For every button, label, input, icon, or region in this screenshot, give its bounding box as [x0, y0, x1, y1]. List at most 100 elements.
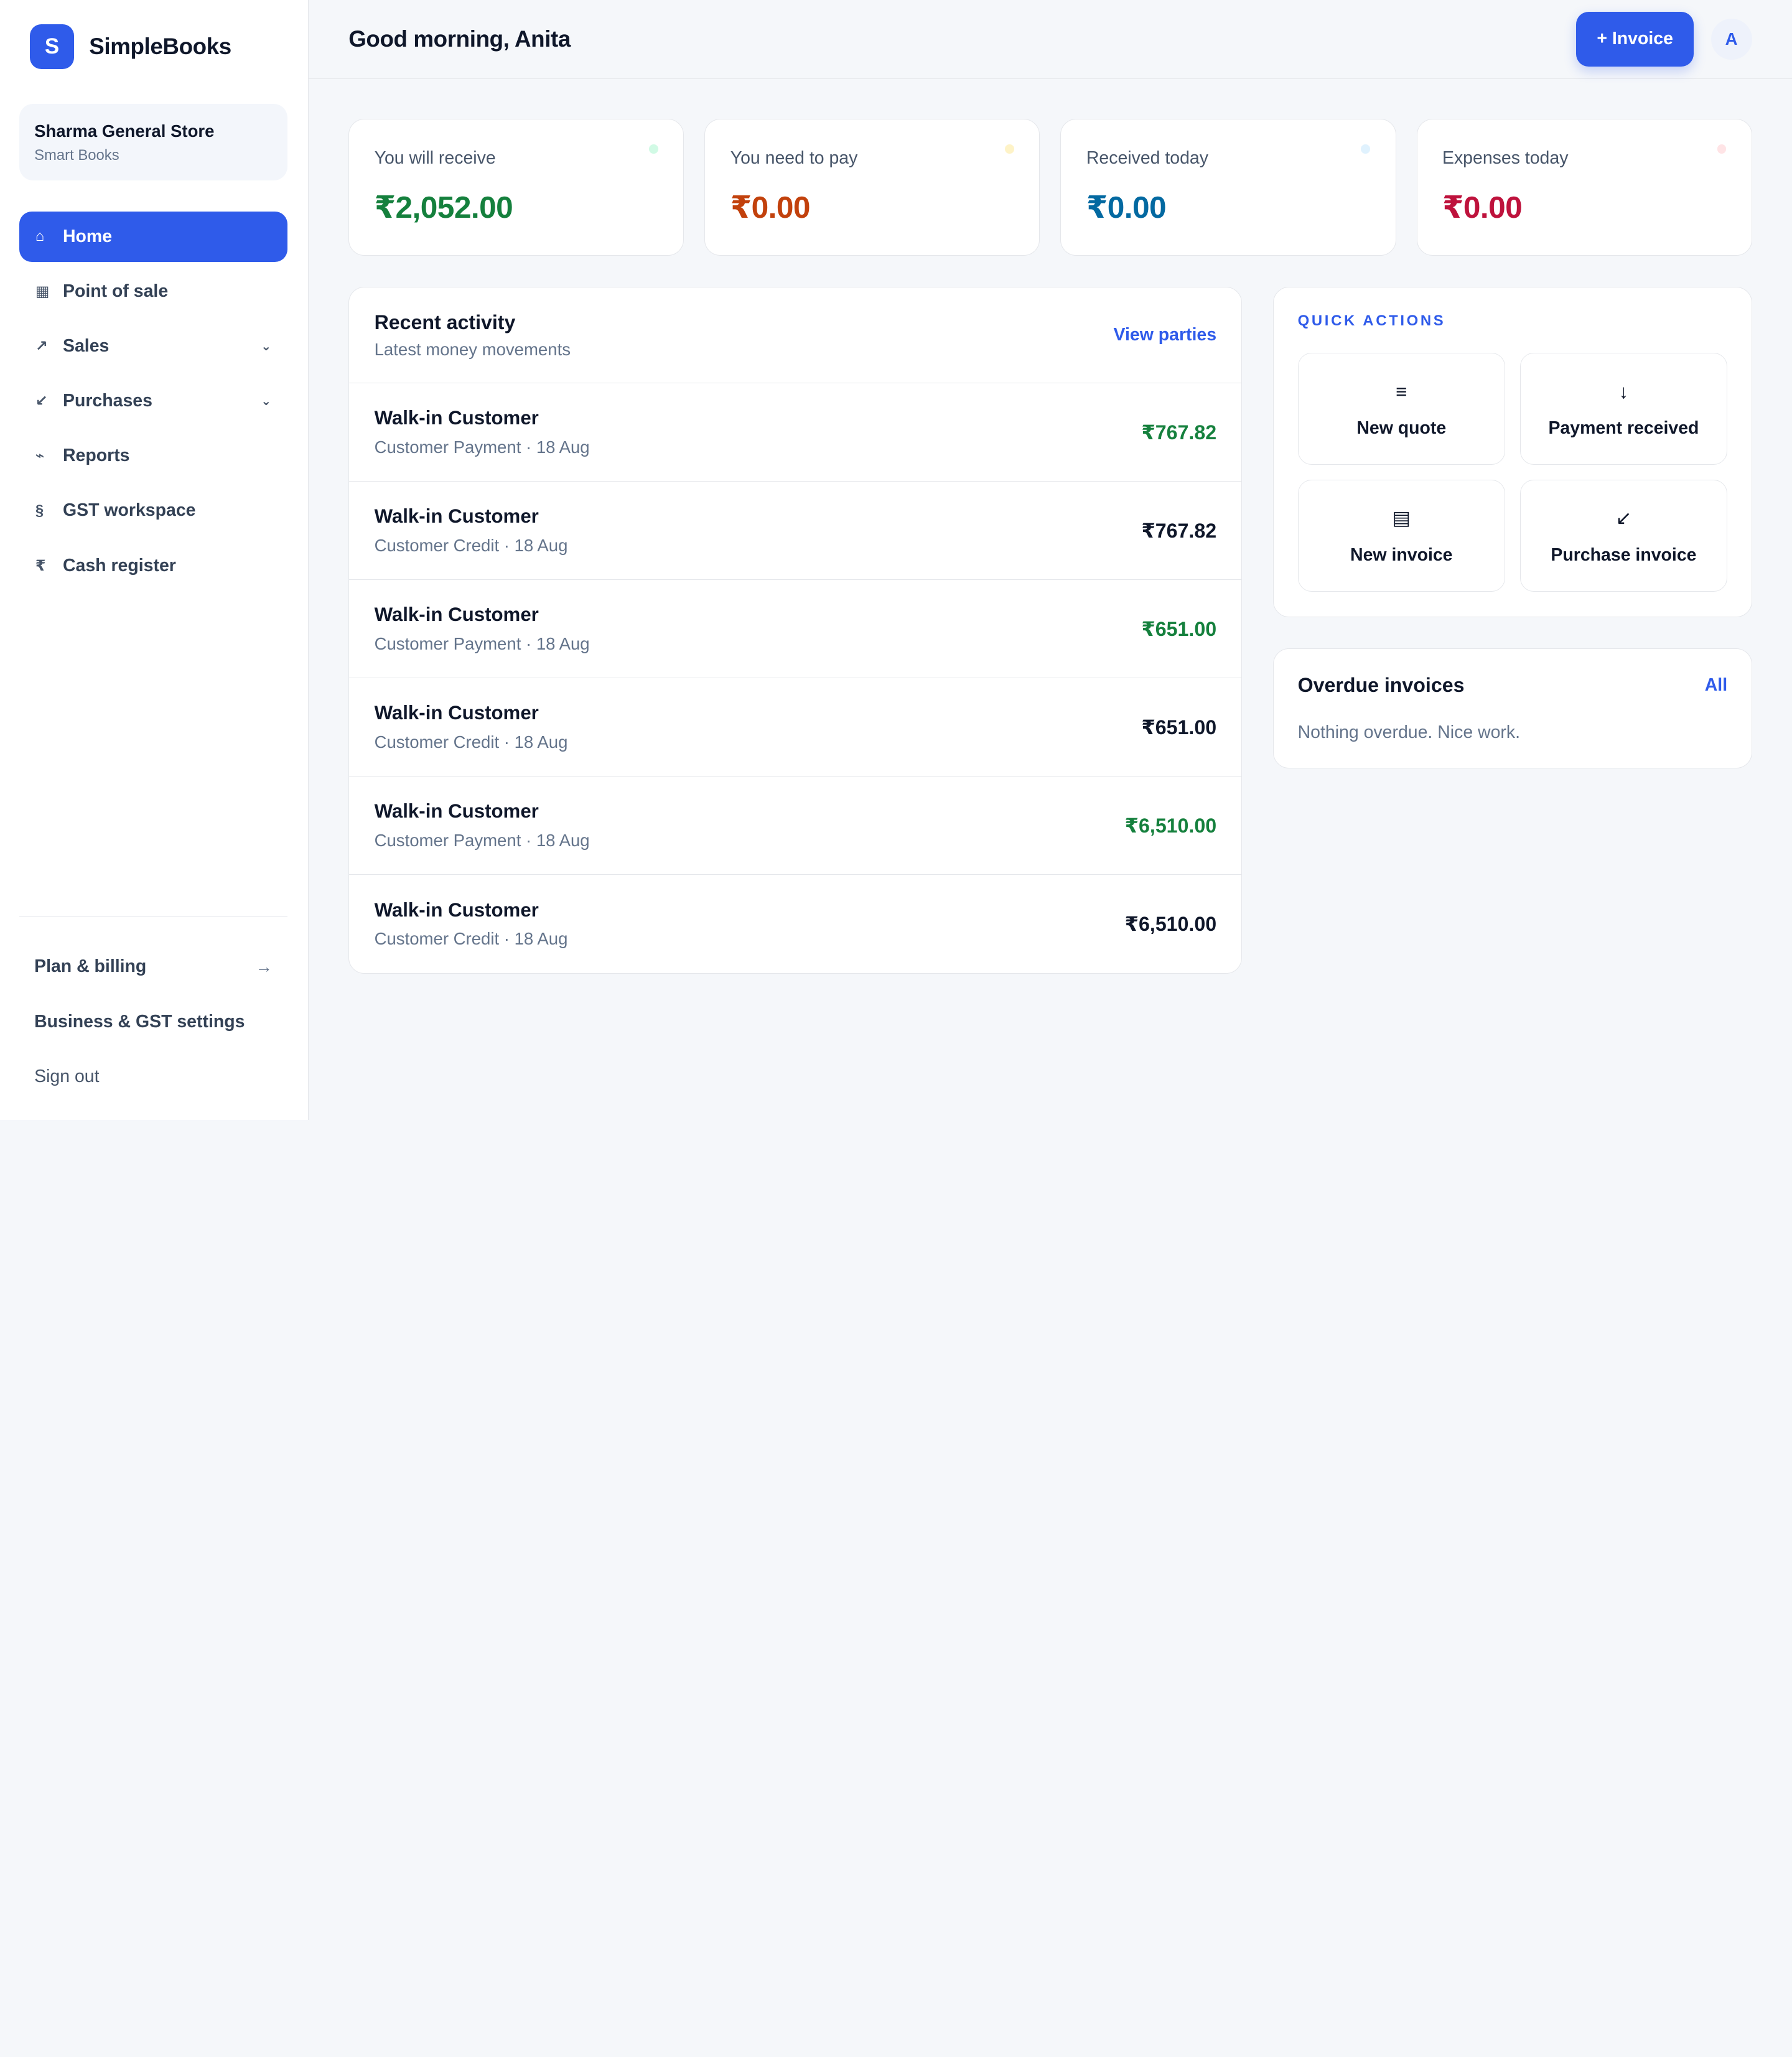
business-name: Sharma General Store	[34, 121, 215, 141]
activity-party-name: Walk-in Customer	[374, 800, 539, 823]
stat-label: You will receive	[374, 147, 496, 168]
activity-meta: Customer Payment · 18 Aug	[374, 830, 590, 850]
stat-card[interactable]: Received today ₹0.00	[1060, 119, 1396, 256]
overdue-all-link[interactable]: All	[1705, 675, 1727, 696]
brand[interactable]: S SimpleBooks	[19, 24, 287, 70]
sidebar-item-label: Sales	[62, 335, 110, 356]
sidebar-item-label: Purchases	[62, 391, 152, 411]
activity-party-name: Walk-in Customer	[374, 407, 539, 429]
recent-activity-title: Recent activity	[374, 310, 516, 334]
activity-party-name: Walk-in Customer	[374, 702, 539, 724]
stat-label: Received today	[1086, 147, 1208, 168]
view-parties-link[interactable]: View parties	[1114, 325, 1217, 345]
business-card[interactable]: Sharma General Store Smart Books	[19, 104, 287, 181]
pos-grid-icon: ▦	[35, 282, 50, 300]
plan-billing-link[interactable]: Plan & billing →	[19, 940, 287, 994]
sidebar-item-label: Reports	[62, 445, 130, 466]
recent-activity-header: Recent activity Latest money movements V…	[349, 287, 1242, 384]
quick-action-payment-received[interactable]: ↓ Payment received	[1519, 353, 1728, 465]
activity-amount: ₹651.00	[1141, 716, 1217, 739]
business-subtitle: Smart Books	[34, 146, 119, 164]
activity-meta: Customer Credit · 18 Aug	[374, 929, 568, 949]
activity-list: Walk-in Customer Customer Payment · 18 Au…	[349, 383, 1242, 973]
sidebar-bottom: Plan & billing → Business & GST settings…	[19, 916, 287, 1120]
app-root: S SimpleBooks Sharma General Store Smart…	[0, 0, 1792, 1120]
quick-action-purchase-invoice[interactable]: ↙ Purchase invoice	[1519, 479, 1728, 592]
quick-actions-panel: QUICK ACTIONS ≡ New quote ↓ Payment receive…	[1273, 286, 1752, 618]
stat-label: You need to pay	[730, 147, 858, 168]
overdue-invoices-panel: Overdue invoices All Nothing overdue. Ni…	[1273, 648, 1752, 769]
business-settings-label: Business & GST settings	[34, 1011, 245, 1032]
main-area: Good morning, Anita + Invoice A You will…	[308, 0, 1792, 1120]
sign-out-label: Sign out	[34, 1066, 100, 1086]
business-settings-link[interactable]: Business & GST settings	[19, 994, 287, 1049]
plan-billing-label: Plan & billing	[34, 956, 147, 977]
sidebar-item-home[interactable]: ⌂ Home	[19, 211, 287, 262]
activity-party-name: Walk-in Customer	[374, 505, 539, 528]
sidebar-item-sales[interactable]: ↗ Sales ⌄	[19, 321, 287, 371]
quick-action-new-invoice[interactable]: ▤ New invoice	[1297, 479, 1505, 592]
sidebar-item-gst-workspace[interactable]: § GST workspace	[19, 486, 287, 536]
quick-action-label: Payment received	[1548, 417, 1699, 438]
quick-action-label: New invoice	[1350, 544, 1453, 565]
sidebar-nav: ⌂ Home ▦ Point of sale ↗ Sales ⌄ ↙ Purchases ⌄ ⌁ Re…	[19, 211, 287, 595]
activity-row[interactable]: Walk-in Customer Customer Credit · 18 Aug…	[349, 875, 1241, 973]
chart-line-icon: ⌁	[35, 447, 45, 465]
top-bar: Good morning, Anita + Invoice A	[308, 0, 1792, 79]
avatar[interactable]: A	[1710, 18, 1752, 60]
stat-card[interactable]: Expenses today ₹0.00	[1416, 119, 1752, 256]
activity-row[interactable]: Walk-in Customer Customer Credit · 18 Aug…	[349, 482, 1242, 581]
recent-activity-card: Recent activity Latest money movements V…	[348, 286, 1243, 974]
quick-action-new-quote[interactable]: ≡ New quote	[1297, 353, 1505, 465]
dashboard-content: You will receive ₹2,052.00 You need to pay…	[309, 79, 1792, 974]
brand-name: SimpleBooks	[89, 34, 231, 60]
overdue-invoices-title: Overdue invoices	[1297, 674, 1465, 697]
sidebar-item-purchases[interactable]: ↙ Purchases ⌄	[19, 376, 287, 426]
activity-row[interactable]: Walk-in Customer Customer Payment · 18 Au…	[349, 580, 1242, 679]
sidebar-item-label: GST workspace	[62, 500, 196, 521]
activity-amount: ₹6,510.00	[1124, 814, 1217, 837]
rupee-icon: ₹	[35, 557, 46, 574]
activity-amount: ₹767.82	[1141, 519, 1217, 542]
arrow-up-right-icon: ↗	[35, 337, 48, 355]
sidebar-item-point-of-sale[interactable]: ▦ Point of sale	[19, 266, 287, 317]
quick-actions-title: QUICK ACTIONS	[1297, 312, 1446, 330]
new-invoice-button[interactable]: + Invoice	[1576, 11, 1694, 67]
arrow-right-icon: →	[255, 956, 273, 976]
activity-row[interactable]: Walk-in Customer Customer Credit · 18 Aug…	[349, 678, 1242, 777]
quick-actions-grid: ≡ New quote ↓ Payment received ▤ New invoice ↙…	[1297, 353, 1728, 592]
stat-label: Expenses today	[1442, 147, 1569, 168]
chevron-down-icon: ⌄	[261, 339, 272, 353]
stat-value: ₹2,052.00	[374, 189, 513, 225]
right-column: QUICK ACTIONS ≡ New quote ↓ Payment receive…	[1273, 286, 1752, 769]
activity-amount: ₹767.82	[1141, 421, 1217, 444]
sidebar-item-label: Point of sale	[62, 281, 169, 301]
overdue-empty-message: Nothing overdue. Nice work.	[1297, 722, 1521, 742]
chevron-down-icon: ⌄	[261, 394, 272, 409]
stat-value: ₹0.00	[1442, 189, 1523, 225]
sidebar-item-label: Home	[62, 226, 113, 246]
sidebar: S SimpleBooks Sharma General Store Smart…	[0, 0, 309, 1120]
stat-card[interactable]: You need to pay ₹0.00	[704, 119, 1040, 256]
recent-activity-subtitle: Latest money movements	[374, 339, 571, 359]
sidebar-item-cash-register[interactable]: ₹ Cash register	[19, 541, 287, 591]
status-dot	[649, 144, 658, 154]
activity-meta: Customer Payment · 18 Aug	[374, 634, 590, 654]
activity-party-name: Walk-in Customer	[374, 898, 539, 921]
stat-value: ₹0.00	[730, 189, 811, 225]
activity-row[interactable]: Walk-in Customer Customer Payment · 18 Au…	[349, 383, 1242, 482]
section-icon: §	[35, 501, 44, 519]
quick-action-label: New quote	[1356, 417, 1447, 438]
activity-meta: Customer Credit · 18 Aug	[374, 536, 568, 556]
page-greeting: Good morning, Anita	[348, 26, 571, 52]
brand-logo: S	[29, 24, 75, 70]
arrow-down-left-icon: ↙	[35, 393, 48, 410]
sign-out-link[interactable]: Sign out	[19, 1049, 287, 1104]
dashboard-row: Recent activity Latest money movements V…	[348, 286, 1752, 974]
stat-card[interactable]: You will receive ₹2,052.00	[348, 119, 684, 256]
activity-amount: ₹6,510.00	[1124, 912, 1217, 935]
activity-row[interactable]: Walk-in Customer Customer Payment · 18 Au…	[349, 777, 1242, 875]
sidebar-item-reports[interactable]: ⌁ Reports	[19, 431, 287, 481]
sidebar-item-label: Cash register	[62, 555, 176, 576]
home-icon: ⌂	[35, 228, 45, 245]
